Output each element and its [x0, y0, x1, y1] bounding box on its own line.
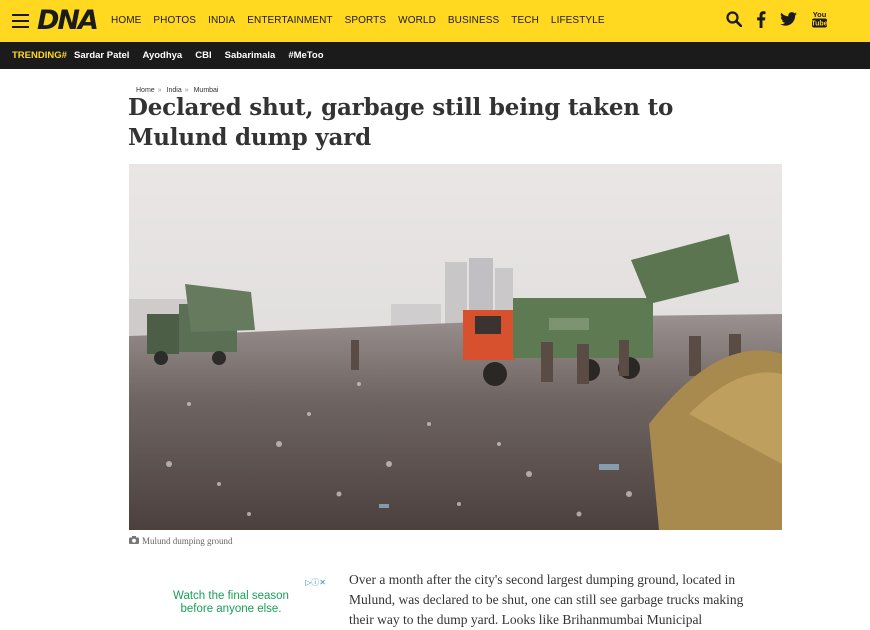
trending-item[interactable]: Sabarimala [225, 50, 276, 61]
adchoices-icon[interactable]: ▷ⓘ✕ [305, 577, 326, 588]
article-title: Declared shut, garbage still being taken… [128, 94, 674, 151]
article-body: Over a month after the city's second lar… [349, 572, 744, 627]
trending-item[interactable]: Ayodhya [142, 50, 182, 61]
nav-home[interactable]: HOME [111, 15, 141, 27]
main-nav: HOME PHOTOS INDIA ENTERTAINMENT SPORTS W… [111, 15, 617, 27]
trending-label: TRENDING# [12, 50, 67, 61]
search-icon[interactable] [726, 11, 743, 32]
svg-text:You: You [813, 10, 827, 19]
hamburger-menu-icon[interactable] [12, 14, 29, 28]
site-logo[interactable]: DNA [37, 6, 99, 36]
image-caption: Mulund dumping ground [129, 536, 233, 546]
trending-item[interactable]: #MeToo [288, 50, 323, 61]
article-hero-image [129, 164, 782, 530]
nav-lifestyle[interactable]: LIFESTYLE [551, 15, 605, 27]
nav-photos[interactable]: PHOTOS [153, 15, 196, 27]
top-navigation-bar: DNA HOME PHOTOS INDIA ENTERTAINMENT SPOR… [0, 0, 870, 42]
nav-business[interactable]: BUSINESS [448, 15, 499, 27]
advertisement[interactable]: ▷ⓘ✕ Watch the final season before anyone… [129, 576, 329, 629]
nav-sports[interactable]: SPORTS [345, 15, 387, 27]
trending-bar: TRENDING# Sardar Patel Ayodhya CBI Sabar… [0, 42, 870, 69]
trending-list: Sardar Patel Ayodhya CBI Sabarimala #MeT… [74, 50, 337, 61]
caption-text: Mulund dumping ground [142, 536, 233, 546]
nav-india[interactable]: INDIA [208, 15, 235, 27]
svg-text:Tube: Tube [811, 21, 827, 28]
header-icons: You Tube [726, 10, 828, 33]
trending-item[interactable]: Sardar Patel [74, 50, 129, 61]
nav-entertainment[interactable]: ENTERTAINMENT [247, 15, 332, 27]
camera-icon [129, 536, 139, 546]
ad-text[interactable]: Watch the final season before anyone els… [165, 590, 297, 616]
nav-world[interactable]: WORLD [398, 15, 436, 27]
nav-tech[interactable]: TECH [511, 15, 539, 27]
facebook-icon[interactable] [756, 10, 766, 33]
twitter-icon[interactable] [780, 12, 797, 31]
trending-item[interactable]: CBI [195, 50, 211, 61]
youtube-icon[interactable]: You Tube [811, 10, 828, 33]
